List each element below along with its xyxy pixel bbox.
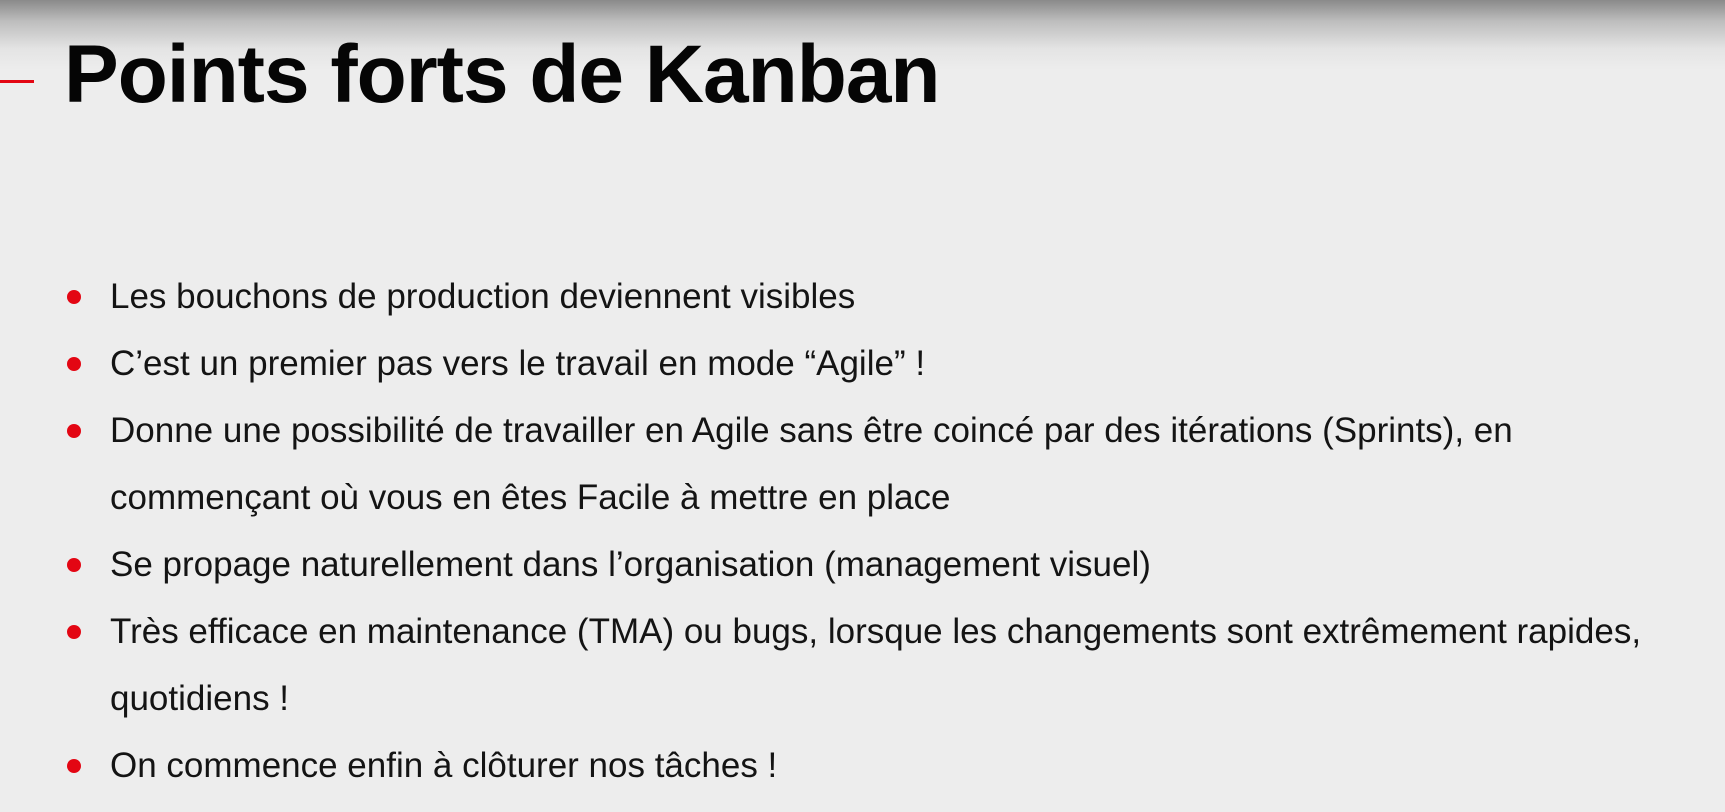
bullet-text: Très efficace en maintenance (TMA) ou bu… bbox=[110, 612, 1642, 718]
slide-title: Points forts de Kanban bbox=[64, 29, 941, 120]
bullet-item: Se propage naturellement dans l’organisa… bbox=[64, 531, 1664, 598]
bullet-text: Les bouchons de production deviennent vi… bbox=[110, 277, 856, 316]
bullet-item: Les bouchons de production deviennent vi… bbox=[64, 263, 1664, 330]
bullet-item: On commence enfin à clôturer nos tâches … bbox=[64, 732, 1664, 799]
bullet-dot-icon bbox=[67, 759, 81, 773]
bullet-text: On commence enfin à clôturer nos tâches … bbox=[110, 746, 778, 785]
bullet-list: Les bouchons de production deviennent vi… bbox=[64, 263, 1664, 799]
bullet-item: Donne une possibilité de travailler en A… bbox=[64, 397, 1664, 531]
bullet-text: Donne une possibilité de travailler en A… bbox=[110, 411, 1513, 517]
bullet-dot-icon bbox=[67, 357, 81, 371]
bullet-dot-icon bbox=[67, 424, 81, 438]
bullet-dot-icon bbox=[67, 290, 81, 304]
bullet-item: C’est un premier pas vers le travail en … bbox=[64, 330, 1664, 397]
title-accent-line bbox=[0, 80, 34, 83]
bullet-item: Très efficace en maintenance (TMA) ou bu… bbox=[64, 598, 1664, 732]
bullet-dot-icon bbox=[67, 558, 81, 572]
bullet-dot-icon bbox=[67, 625, 81, 639]
bullet-text: C’est un premier pas vers le travail en … bbox=[110, 344, 926, 383]
bullet-text: Se propage naturellement dans l’organisa… bbox=[110, 545, 1151, 584]
